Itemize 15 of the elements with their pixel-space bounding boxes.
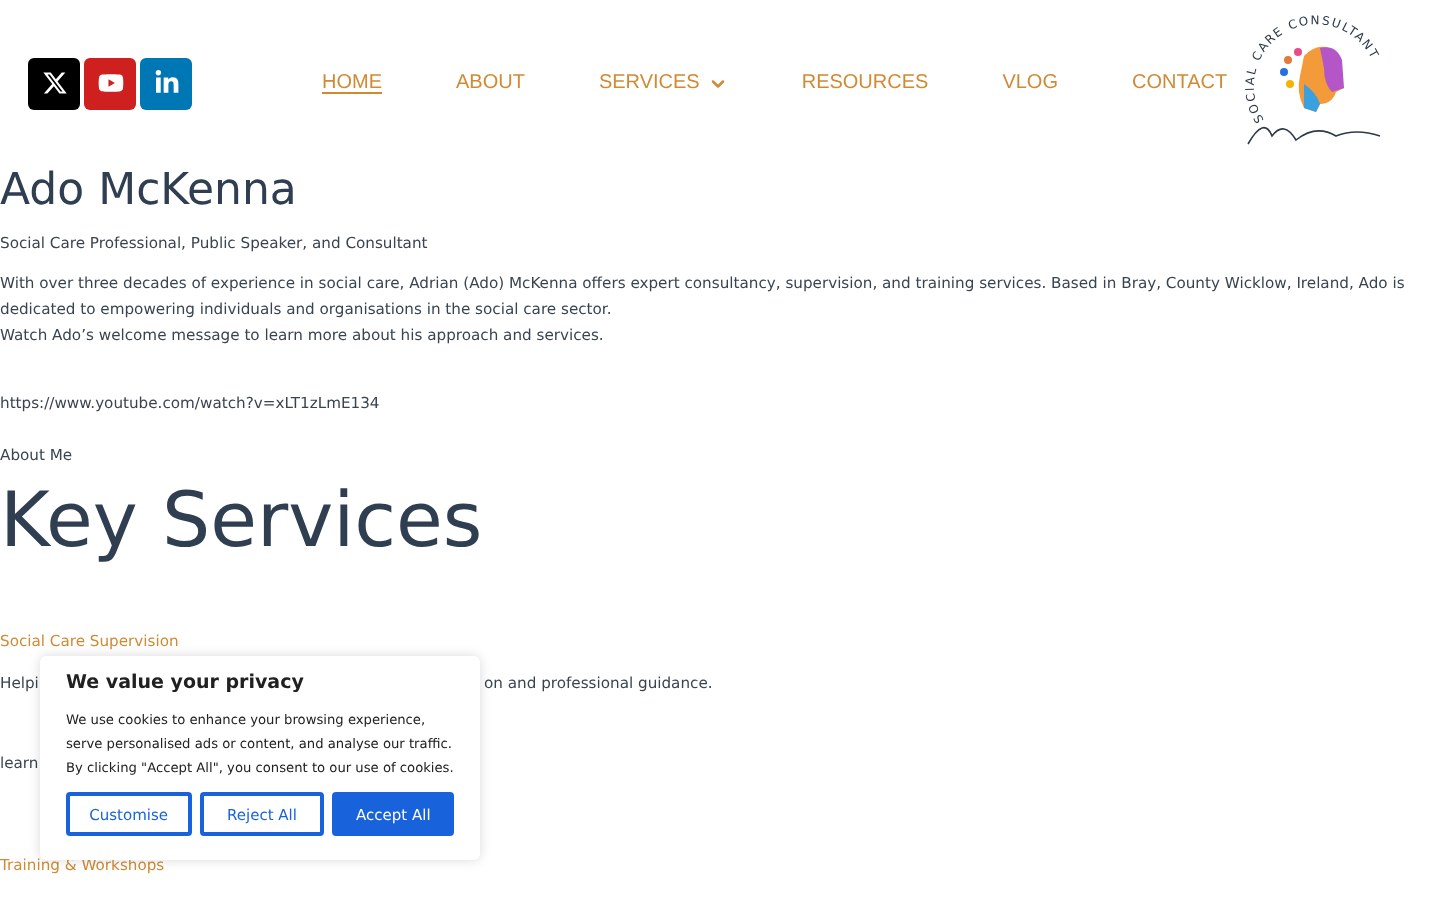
nav-link[interactable]: HOME — [322, 68, 382, 98]
nav-link[interactable]: SERVICES — [598, 68, 700, 98]
x-logo-icon — [41, 70, 67, 96]
linkedin-link[interactable] — [140, 57, 192, 109]
nav-link[interactable]: VLOG — [1002, 68, 1058, 98]
linkedin-icon — [153, 70, 179, 96]
section-title: Key Services — [0, 476, 485, 564]
x-link[interactable] — [28, 57, 80, 109]
play-icon — [97, 70, 123, 96]
nav-link[interactable]: RESOURCES — [801, 68, 929, 98]
nav-link[interactable]: CONTACT — [1132, 68, 1228, 98]
page-title: Ado McKenna — [0, 166, 299, 218]
youtube-link[interactable] — [84, 57, 136, 109]
nav-link[interactable]: ABOUT — [456, 68, 525, 98]
dialog-title: We value your privacy — [66, 670, 306, 698]
